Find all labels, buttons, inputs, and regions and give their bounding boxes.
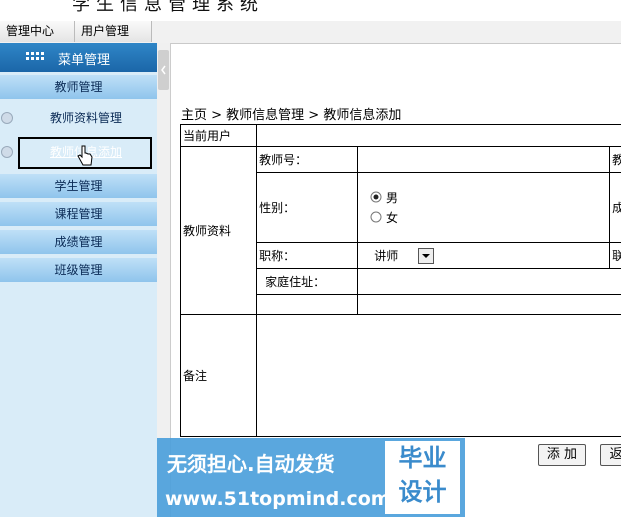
- radio-checked-icon: [370, 191, 382, 202]
- empty-cell: [357, 294, 621, 315]
- notes-textarea[interactable]: [256, 314, 621, 437]
- current-user-value: [256, 124, 621, 147]
- menu-header[interactable]: 菜单管理: [0, 43, 157, 72]
- notes-label: 备注: [179, 314, 258, 437]
- sidebar-subitem-label: 教师资料管理: [50, 111, 123, 125]
- radio-unchecked-icon: [370, 211, 382, 222]
- sidebar-item-teacher-management[interactable]: 教师管理: [0, 75, 157, 100]
- sidebar-item-class-management[interactable]: 班级管理: [0, 258, 157, 283]
- back-button[interactable]: 返: [600, 444, 621, 466]
- dropdown-arrow[interactable]: [418, 248, 435, 264]
- hand-cursor-icon: [77, 145, 93, 166]
- app-title: 学生信息管理系统: [72, 0, 264, 15]
- gender-option-female[interactable]: 女: [370, 208, 607, 228]
- title-select[interactable]: 讲师: [357, 242, 611, 269]
- watermark-logo-top: 毕业: [398, 444, 447, 472]
- gender-radio-group: 男 女: [357, 172, 611, 243]
- right-col-label: 成: [609, 172, 621, 243]
- arrow-right-icon: [1, 146, 13, 158]
- title-select-value: 讲师: [374, 249, 399, 263]
- sidebar-subitem-teacher-info-management[interactable]: 教师资料管理: [0, 103, 157, 133]
- teacher-no-input[interactable]: [357, 146, 611, 173]
- collapse-handle[interactable]: [158, 50, 169, 90]
- current-user-label: 当前用户: [179, 124, 258, 147]
- add-button[interactable]: 添 加: [538, 444, 586, 466]
- gender-option-male[interactable]: 男: [370, 188, 607, 208]
- tab-management-center[interactable]: 管理中心: [0, 21, 75, 42]
- watermark-logo: 毕业 设计: [385, 441, 460, 514]
- address-label: 家庭住址：: [256, 268, 359, 295]
- menu-header-label: 菜单管理: [58, 53, 111, 68]
- section-label: 教师资料: [179, 146, 258, 315]
- watermark-slogan: 无须担心.自动发货: [167, 452, 335, 476]
- right-col-label: 联: [609, 242, 621, 269]
- gender-label: 性别：: [256, 172, 359, 243]
- sidebar-item-grade-management[interactable]: 成绩管理: [0, 230, 157, 255]
- sidebar-item-student-management[interactable]: 学生管理: [0, 174, 157, 199]
- address-input[interactable]: [357, 268, 621, 295]
- right-col-label: 教: [609, 146, 621, 173]
- teacher-form-table: 当前用户 教师资料 教师号： 教 性别： 男 女 成 职称： 讲师 联 家庭住址…: [179, 124, 621, 437]
- watermark-logo-bottom: 设计: [398, 478, 447, 506]
- breadcrumb: 主页 > 教师信息管理 > 教师信息添加: [181, 108, 402, 123]
- sidebar: 菜单管理 教师管理 教师资料管理 教师信息添加 学生管理 课程管理 成绩管理 班…: [0, 43, 157, 517]
- watermark-url: www.51topmind.com: [165, 488, 391, 510]
- sidebar-item-course-management[interactable]: 课程管理: [0, 202, 157, 227]
- top-nav: 管理中心 用户管理: [0, 21, 621, 44]
- sidebar-subitem-teacher-info-add[interactable]: 教师信息添加: [0, 137, 157, 169]
- empty-cell: [256, 294, 359, 315]
- chevron-down-icon: [422, 254, 431, 258]
- arrow-right-icon: [1, 112, 13, 124]
- title-label: 职称：: [256, 242, 359, 269]
- watermark-banner: 无须担心.自动发货 www.51topmind.com 毕业 设计: [157, 438, 465, 517]
- chevron-left-icon: [161, 65, 166, 75]
- teacher-no-label: 教师号：: [256, 146, 359, 173]
- grid-icon: [26, 52, 44, 60]
- tab-user-management[interactable]: 用户管理: [75, 21, 152, 42]
